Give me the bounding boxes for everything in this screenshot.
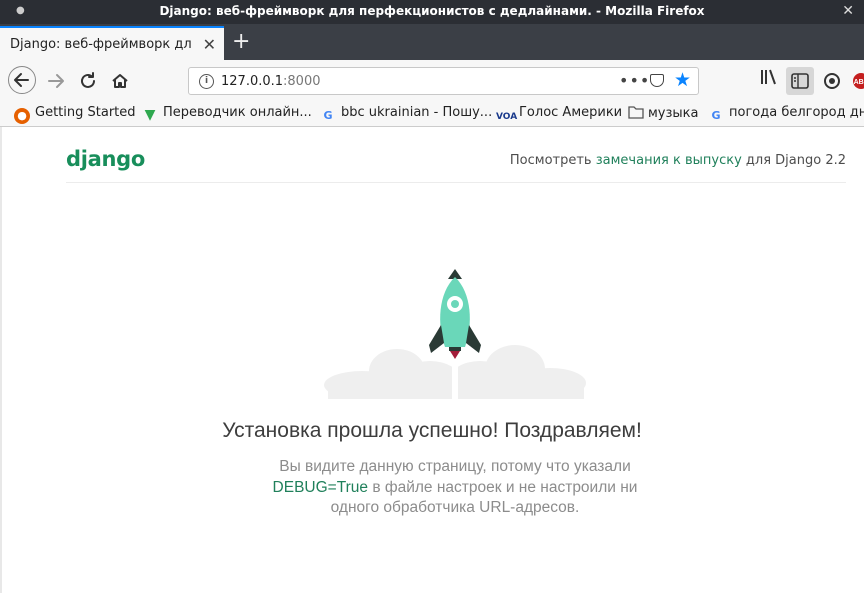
release-prefix: Посмотреть	[509, 153, 592, 168]
library-icon[interactable]	[758, 67, 780, 95]
bookmark-getting-started[interactable]: ● Getting Started	[14, 105, 136, 124]
bookmark-bbc-ukrainian[interactable]: Gbbc ukrainian - Пошу...	[320, 105, 492, 124]
reload-icon	[81, 72, 95, 88]
account-icon[interactable]	[820, 67, 844, 95]
tab-close-icon[interactable]: ✕	[203, 35, 216, 54]
exhaust-trail	[452, 353, 458, 401]
bookmark-label: bbc ukrainian - Пошу...	[341, 105, 493, 120]
page-content: django Посмотреть замечания к выпуску дл…	[0, 127, 864, 593]
release-notes-link[interactable]: замечания к выпуску	[596, 153, 742, 168]
bookmarks-toolbar: ● Getting Started ▼ Переводчик онлайн... G…	[0, 102, 864, 127]
release-notes: Посмотреть замечания к выпуску для Djang…	[510, 153, 846, 168]
success-headline: Установка прошла успешно! Поздравляем!	[222, 419, 642, 442]
window-close-icon[interactable]: ✕	[842, 3, 854, 19]
back-arrow-icon	[14, 73, 29, 87]
rocket-illustration	[324, 269, 586, 401]
bookmark-translator[interactable]: ▼ Переводчик онлайн...	[142, 105, 312, 123]
bookmark-star-icon[interactable]: ★	[674, 69, 691, 91]
left-window-edge	[0, 127, 2, 593]
url-port: :8000	[283, 74, 321, 89]
site-info-icon[interactable]: i	[199, 74, 214, 89]
django-logo[interactable]: django	[66, 147, 145, 171]
url-bar[interactable]: i 127.0.0.1:8000 ••• ★	[188, 67, 699, 95]
url-text[interactable]: 127.0.0.1:8000	[221, 74, 321, 89]
debug-setting: DEBUG=True	[272, 478, 368, 496]
forward-button[interactable]	[42, 67, 70, 95]
back-button[interactable]	[8, 66, 36, 94]
release-suffix: для Django 2.2	[745, 153, 846, 168]
bookmark-label: погода белгород дн...	[729, 105, 864, 120]
rocket-base	[449, 347, 461, 351]
bookmark-label: Переводчик онлайн...	[163, 105, 312, 120]
navigation-toolbar: i 127.0.0.1:8000 ••• ★ ABP	[0, 60, 864, 102]
rocket-flame	[450, 351, 460, 359]
desc-line: одного обработчика URL-адресов.	[330, 499, 580, 516]
bookmark-label: музыка	[648, 106, 699, 121]
window-titlebar: ● Django: веб-фреймворк для перфекционис…	[0, 0, 864, 24]
bookmark-weather[interactable]: Gпогода белгород дн...	[708, 105, 864, 124]
sidebar-icon[interactable]	[786, 67, 814, 95]
bookmark-label: Getting Started	[35, 105, 136, 120]
bookmark-voa[interactable]: VOA Голос Америки	[496, 105, 622, 125]
forward-arrow-icon	[48, 74, 64, 88]
bookmark-folder-music[interactable]: музыка	[628, 105, 699, 121]
svg-text:ABP: ABP	[854, 79, 864, 86]
header-divider	[66, 182, 846, 183]
desc-line: в файле настроек и не настроили ни	[372, 478, 638, 496]
voa-icon: VOA	[496, 112, 518, 122]
window-title: Django: веб-фреймворк для перфекционисто…	[159, 4, 705, 18]
folder-icon	[628, 106, 644, 119]
success-description: Вы видите данную страницу, потому что ук…	[255, 457, 655, 519]
google-icon: G	[711, 109, 721, 122]
translator-icon: ▼	[144, 107, 156, 123]
reload-button[interactable]	[74, 67, 102, 95]
home-button[interactable]	[106, 67, 134, 95]
url-host: 127.0.0.1	[221, 74, 284, 89]
desc-line: Вы видите данную страницу, потому что ук…	[279, 458, 631, 475]
google-icon: G	[323, 109, 333, 122]
tab-label: Django: веб-фреймворк для п	[10, 37, 192, 52]
pocket-icon[interactable]	[650, 74, 664, 87]
tab-bar: Django: веб-фреймворк для п ✕ +	[0, 24, 864, 60]
bookmark-label: Голос Америки	[519, 105, 623, 120]
page-actions-icon[interactable]: •••	[619, 71, 650, 90]
adblock-icon[interactable]: ABP	[852, 67, 864, 95]
firefox-icon: ●	[14, 108, 30, 124]
tab-django[interactable]: Django: веб-фреймворк для п ✕	[0, 26, 224, 60]
new-tab-button[interactable]: +	[232, 29, 250, 55]
home-icon	[112, 74, 128, 88]
